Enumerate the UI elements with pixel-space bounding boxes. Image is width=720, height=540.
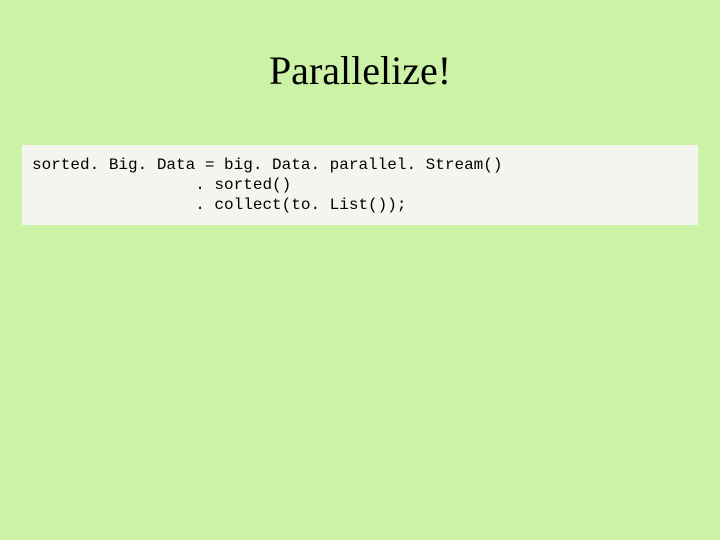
code-block: sorted. Big. Data = big. Data. parallel.… xyxy=(22,145,698,225)
slide: Parallelize! sorted. Big. Data = big. Da… xyxy=(0,0,720,540)
slide-title: Parallelize! xyxy=(0,47,720,94)
code-text: sorted. Big. Data = big. Data. parallel.… xyxy=(32,155,698,215)
